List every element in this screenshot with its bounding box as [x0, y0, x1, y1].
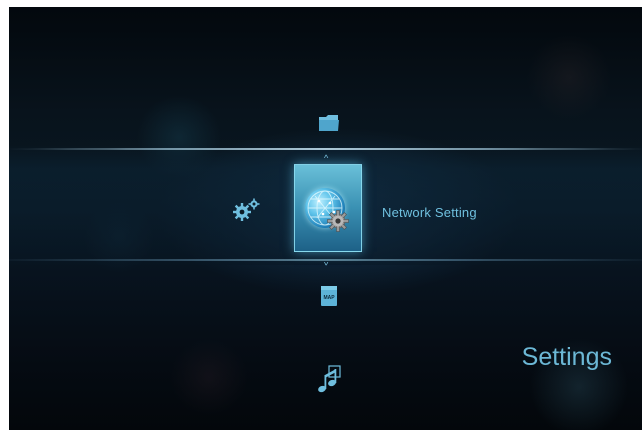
band-top-highlight: [9, 148, 642, 150]
settings-gears-icon[interactable]: [233, 198, 261, 222]
media-player-screen: ^ ^ Network Setting MAP Settings: [9, 7, 642, 430]
folder-icon[interactable]: [318, 113, 340, 133]
selected-menu-item-network-setting[interactable]: [294, 164, 362, 252]
scroll-down-arrow-icon[interactable]: ^: [324, 257, 328, 267]
map-file-icon[interactable]: MAP: [320, 285, 338, 307]
map-file-label: MAP: [323, 295, 335, 301]
section-title: Settings: [521, 343, 612, 371]
scroll-up-arrow-icon[interactable]: ^: [324, 154, 328, 163]
selected-item-label: Network Setting: [382, 205, 477, 220]
gear-icon: [327, 210, 349, 232]
music-notes-icon[interactable]: [316, 365, 342, 395]
